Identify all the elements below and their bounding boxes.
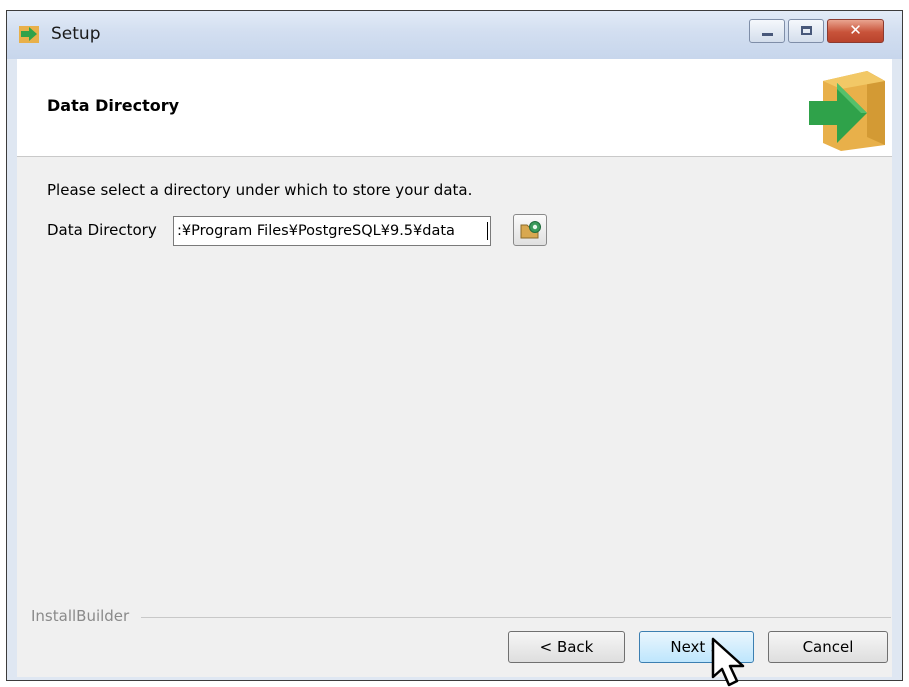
text-caret	[487, 222, 488, 240]
setup-window: Setup ✕ Data Directory Please select a d…	[6, 10, 903, 681]
footer-divider	[141, 617, 891, 618]
app-icon	[19, 26, 39, 43]
instruction-text: Please select a directory under which to…	[47, 181, 473, 199]
cancel-button[interactable]: Cancel	[768, 631, 888, 663]
back-button[interactable]: < Back	[508, 631, 625, 663]
installer-box-arrow-icon	[809, 71, 885, 151]
close-icon: ✕	[849, 21, 862, 39]
browse-button[interactable]	[513, 214, 547, 246]
mouse-cursor-icon	[711, 637, 745, 687]
window-title: Setup	[51, 24, 101, 44]
page-title: Data Directory	[47, 96, 180, 115]
data-directory-label: Data Directory	[47, 221, 157, 239]
wizard-header: Data Directory	[17, 59, 892, 157]
maximize-icon	[801, 26, 812, 35]
installbuilder-brand: InstallBuilder	[31, 607, 136, 625]
close-button[interactable]: ✕	[827, 19, 884, 43]
title-bar[interactable]: Setup ✕	[7, 11, 902, 59]
folder-browse-icon	[520, 221, 541, 239]
maximize-button[interactable]	[788, 19, 824, 43]
minimize-button[interactable]	[749, 19, 785, 43]
data-directory-input[interactable]	[173, 216, 491, 246]
wizard-content: Please select a directory under which to…	[17, 157, 892, 677]
minimize-icon	[762, 33, 773, 36]
